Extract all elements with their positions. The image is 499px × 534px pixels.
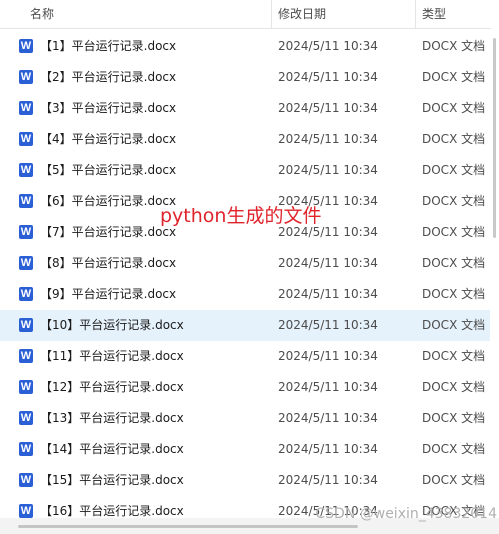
file-type: DOCX 文档 xyxy=(422,101,486,115)
vertical-scrollbar[interactable] xyxy=(491,28,499,518)
word-doc-icon: W xyxy=(19,318,33,332)
file-modified-date: 2024/5/11 10:34 xyxy=(278,256,378,270)
file-row[interactable]: W 【13】平台运行记录.docx 2024/5/11 10:34 DOCX 文档 xyxy=(0,403,490,434)
file-type: DOCX 文档 xyxy=(422,349,486,363)
column-header-name[interactable]: 名称 xyxy=(30,0,54,28)
word-doc-icon: W xyxy=(19,504,33,518)
file-modified-date: 2024/5/11 10:34 xyxy=(278,473,378,487)
file-list: W 【1】平台运行记录.docx 2024/5/11 10:34 DOCX 文档 W 【2… xyxy=(0,31,490,527)
file-name: 【10】平台运行记录.docx xyxy=(40,318,184,332)
file-type: DOCX 文档 xyxy=(422,411,486,425)
word-doc-icon: W xyxy=(19,163,33,177)
file-name: 【11】平台运行记录.docx xyxy=(40,349,184,363)
file-row[interactable]: W 【14】平台运行记录.docx 2024/5/11 10:34 DOCX 文档 xyxy=(0,434,490,465)
file-modified-date: 2024/5/11 10:34 xyxy=(278,39,378,53)
sort-ascending-icon: ^ xyxy=(142,0,151,7)
file-type: DOCX 文档 xyxy=(422,287,486,301)
file-type: DOCX 文档 xyxy=(422,473,486,487)
file-type: DOCX 文档 xyxy=(422,256,486,270)
file-modified-date: 2024/5/11 10:34 xyxy=(278,318,378,332)
file-row[interactable]: W 【11】平台运行记录.docx 2024/5/11 10:34 DOCX 文档 xyxy=(0,341,490,372)
file-type: DOCX 文档 xyxy=(422,318,486,332)
file-name: 【9】平台运行记录.docx xyxy=(40,287,177,301)
word-doc-icon: W xyxy=(19,39,33,53)
file-name: 【7】平台运行记录.docx xyxy=(40,225,177,239)
file-modified-date: 2024/5/11 10:34 xyxy=(278,442,378,456)
annotation-label: python生成的文件 xyxy=(160,205,322,227)
file-name: 【5】平台运行记录.docx xyxy=(40,163,177,177)
file-name: 【6】平台运行记录.docx xyxy=(40,194,177,208)
file-row[interactable]: W 【2】平台运行记录.docx 2024/5/11 10:34 DOCX 文档 xyxy=(0,62,490,93)
file-type: DOCX 文档 xyxy=(422,132,486,146)
word-doc-icon: W xyxy=(19,473,33,487)
word-doc-icon: W xyxy=(19,442,33,456)
file-name: 【15】平台运行记录.docx xyxy=(40,473,184,487)
file-modified-date: 2024/5/11 10:34 xyxy=(278,411,378,425)
horizontal-scrollbar-thumb[interactable] xyxy=(18,525,358,528)
file-row[interactable]: W 【15】平台运行记录.docx 2024/5/11 10:34 DOCX 文档 xyxy=(0,465,490,496)
file-name: 【12】平台运行记录.docx xyxy=(40,380,184,394)
file-type: DOCX 文档 xyxy=(422,225,486,239)
file-name: 【4】平台运行记录.docx xyxy=(40,132,177,146)
word-doc-icon: W xyxy=(19,70,33,84)
file-row[interactable]: W 【12】平台运行记录.docx 2024/5/11 10:34 DOCX 文档 xyxy=(0,372,490,403)
file-modified-date: 2024/5/11 10:34 xyxy=(278,349,378,363)
word-doc-icon: W xyxy=(19,101,33,115)
word-doc-icon: W xyxy=(19,194,33,208)
file-row[interactable]: W 【1】平台运行记录.docx 2024/5/11 10:34 DOCX 文档 xyxy=(0,31,490,62)
word-doc-icon: W xyxy=(19,411,33,425)
column-divider[interactable] xyxy=(271,0,272,28)
word-doc-icon: W xyxy=(19,349,33,363)
column-header-date[interactable]: 修改日期 xyxy=(278,0,326,28)
file-row[interactable]: W 【10】平台运行记录.docx 2024/5/11 10:34 DOCX 文档 xyxy=(0,310,490,341)
file-modified-date: 2024/5/11 10:34 xyxy=(278,70,378,84)
file-name: 【8】平台运行记录.docx xyxy=(40,256,177,270)
file-type: DOCX 文档 xyxy=(422,70,486,84)
file-row[interactable]: W 【3】平台运行记录.docx 2024/5/11 10:34 DOCX 文档 xyxy=(0,93,490,124)
column-header-type[interactable]: 类型 xyxy=(422,0,446,28)
vertical-scrollbar-thumb[interactable] xyxy=(493,38,496,238)
file-modified-date: 2024/5/11 10:34 xyxy=(278,132,378,146)
file-modified-date: 2024/5/11 10:34 xyxy=(278,380,378,394)
file-name: 【14】平台运行记录.docx xyxy=(40,442,184,456)
file-modified-date: 2024/5/11 10:34 xyxy=(278,101,378,115)
file-type: DOCX 文档 xyxy=(422,194,486,208)
file-row[interactable]: W 【4】平台运行记录.docx 2024/5/11 10:34 DOCX 文档 xyxy=(0,124,490,155)
file-modified-date: 2024/5/11 10:34 xyxy=(278,163,378,177)
file-type: DOCX 文档 xyxy=(422,380,486,394)
file-name: 【1】平台运行记录.docx xyxy=(40,39,177,53)
word-doc-icon: W xyxy=(19,287,33,301)
file-name: 【13】平台运行记录.docx xyxy=(40,411,184,425)
file-row[interactable]: W 【9】平台运行记录.docx 2024/5/11 10:34 DOCX 文档 xyxy=(0,279,490,310)
file-type: DOCX 文档 xyxy=(422,442,486,456)
file-type: DOCX 文档 xyxy=(422,163,486,177)
word-doc-icon: W xyxy=(19,132,33,146)
file-name: 【2】平台运行记录.docx xyxy=(40,70,177,84)
word-doc-icon: W xyxy=(19,225,33,239)
column-divider[interactable] xyxy=(415,0,416,28)
watermark: CSDN @weixin_43832014 xyxy=(315,506,497,522)
file-type: DOCX 文档 xyxy=(422,39,486,53)
file-row[interactable]: W 【5】平台运行记录.docx 2024/5/11 10:34 DOCX 文档 xyxy=(0,155,490,186)
column-header-bar: ^ 名称 修改日期 类型 xyxy=(0,0,499,29)
word-doc-icon: W xyxy=(19,256,33,270)
file-modified-date: 2024/5/11 10:34 xyxy=(278,287,378,301)
file-name: 【3】平台运行记录.docx xyxy=(40,101,177,115)
file-row[interactable]: W 【8】平台运行记录.docx 2024/5/11 10:34 DOCX 文档 xyxy=(0,248,490,279)
word-doc-icon: W xyxy=(19,380,33,394)
